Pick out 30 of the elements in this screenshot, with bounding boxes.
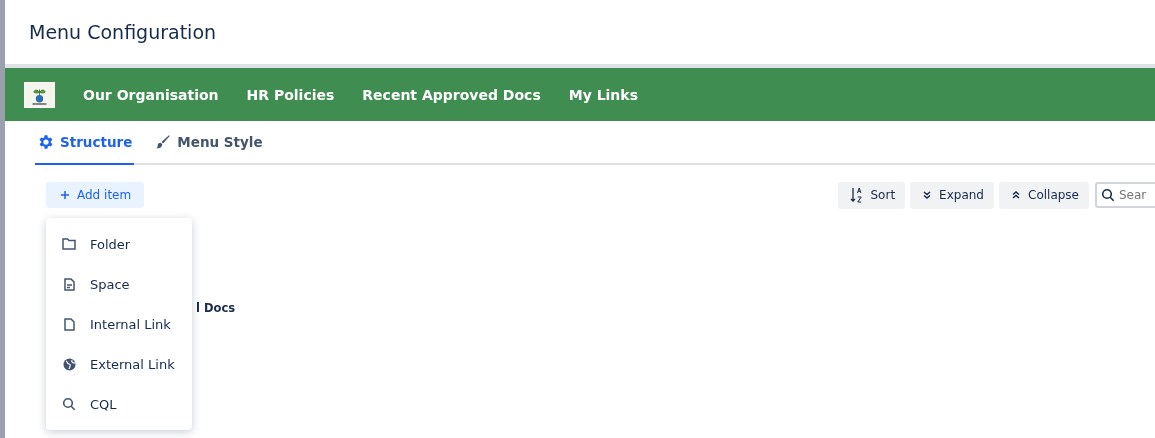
plus-icon <box>60 190 70 200</box>
search-icon <box>62 397 76 411</box>
menu-item[interactable]: Internal Link <box>46 304 192 344</box>
nav-item[interactable]: Our Organisation <box>83 86 219 103</box>
search-field[interactable]: Sear <box>1095 182 1155 208</box>
toolbar-button[interactable]: Collapse <box>999 181 1089 209</box>
menu-item[interactable]: External Link <box>46 344 192 384</box>
folder-icon <box>62 238 76 250</box>
nav-item[interactable]: HR Policies <box>246 86 335 103</box>
globe-icon <box>62 357 76 371</box>
logo-icon[interactable] <box>24 81 55 108</box>
tree-item[interactable]: l Docs <box>196 301 1155 315</box>
collapse-icon <box>1011 190 1021 200</box>
tab[interactable]: Structure <box>35 121 135 165</box>
page-title: Menu Configuration <box>29 21 217 43</box>
tab[interactable]: Menu Style <box>152 121 265 165</box>
toolbar-button[interactable]: Expand <box>910 181 994 209</box>
sort-icon <box>849 187 864 203</box>
page-icon <box>63 317 75 331</box>
search-icon <box>1101 188 1115 202</box>
expand-icon <box>922 190 933 200</box>
toolbar-button[interactable]: Sort <box>837 181 906 209</box>
nav-item[interactable]: My Links <box>568 86 638 103</box>
nav-item[interactable]: Recent Approved Docs <box>362 86 541 103</box>
add-item-button[interactable]: Add item <box>46 182 145 208</box>
menu-item[interactable]: CQL <box>46 384 192 424</box>
gear-icon <box>37 133 55 151</box>
document-icon <box>63 277 75 291</box>
menu-item[interactable]: Folder <box>46 224 192 264</box>
menu-item[interactable]: Space <box>46 264 192 304</box>
